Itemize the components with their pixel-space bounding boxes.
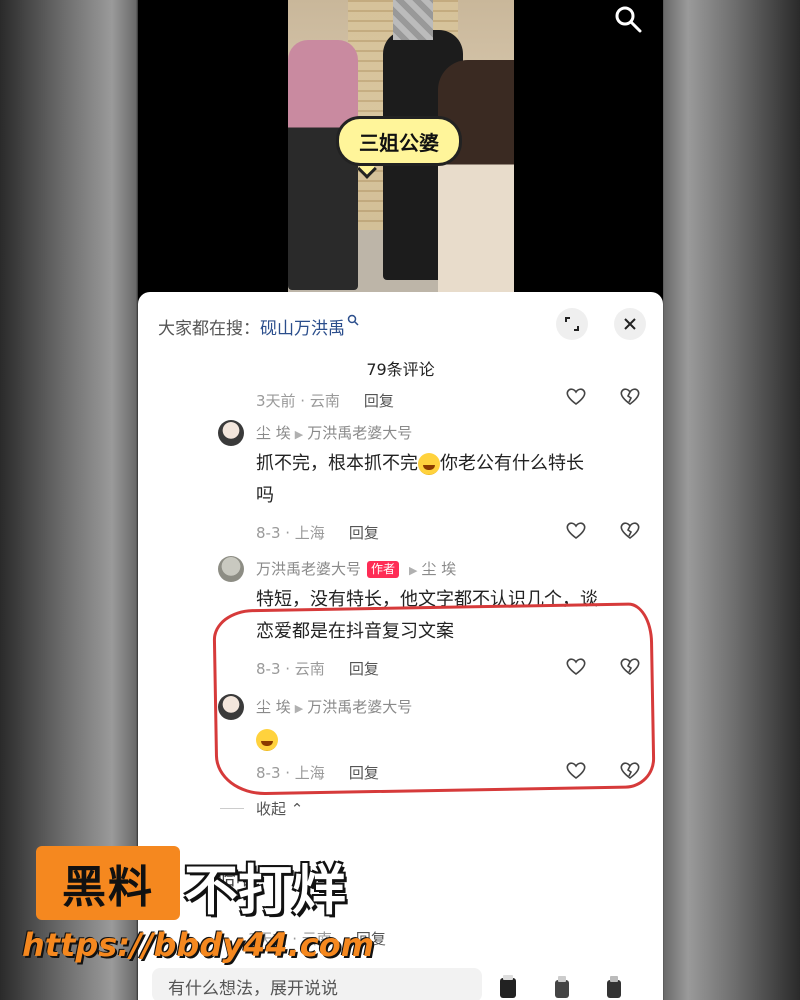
collapse-divider xyxy=(220,808,244,809)
comment-list[interactable]: 3天前 · 云南 回复 尘 埃 ▶ 万洪禹老婆大号 抓不完，根本抓不完 你老公有什么特长… xyxy=(138,384,663,904)
reply-to-username[interactable]: 尘 埃 xyxy=(422,560,457,578)
expand-icon xyxy=(565,317,579,331)
emoji-picker-icon[interactable] xyxy=(550,974,574,1000)
comment-input[interactable]: 有什么想法，展开说说 xyxy=(152,968,482,1000)
reply-link[interactable]: 回复 xyxy=(349,524,379,542)
watermark-url: https://bbdy44.com xyxy=(22,926,375,964)
comment-text-part: 恋爱都是在抖音复习文案 xyxy=(256,621,454,642)
comment-text: 抓不完，根本抓不完 你老公有什么特长吗 xyxy=(256,448,636,512)
comment-text: 特短，没有特长，他文字都不认识几个，谈 恋爱都是在抖音复习文案 xyxy=(256,584,646,648)
comment-count: 79条评论 xyxy=(366,360,435,379)
reply-arrow-icon: ▶ xyxy=(294,428,304,441)
speech-bubble: 三姐公婆 xyxy=(336,116,462,166)
reply-arrow-icon: ▶ xyxy=(409,564,418,577)
video-person-left xyxy=(288,40,358,290)
collapse-button[interactable]: 收起 ⌃ xyxy=(256,798,303,819)
video-player[interactable]: 三姐公婆 xyxy=(138,0,663,292)
comment-text xyxy=(256,724,278,756)
hot-search-keyword[interactable]: 砚山万洪禹 xyxy=(260,319,345,339)
watermark-logo: 黑料 xyxy=(36,846,180,920)
reply-to-username[interactable]: 万洪禹老婆大号 xyxy=(307,698,412,716)
avatar[interactable] xyxy=(218,694,244,720)
expand-button[interactable] xyxy=(556,308,588,340)
video-person-right xyxy=(438,60,514,292)
comment-username[interactable]: 尘 埃 xyxy=(256,698,291,716)
dislike-icon[interactable] xyxy=(618,384,642,408)
comment-time-location: 8-3 · 上海 xyxy=(256,524,325,542)
reply-link[interactable]: 回复 xyxy=(364,392,394,410)
comment-text-part: 抓不完，根本抓不完 xyxy=(256,453,418,474)
comment-meta: 8-3 · 云南 回复 xyxy=(256,658,379,679)
comment-username[interactable]: 万洪禹老婆大号 xyxy=(256,560,361,578)
comment-time-location: 3天前 · 云南 xyxy=(256,392,340,410)
comment-user-line: 尘 埃 ▶ 万洪禹老婆大号 xyxy=(256,422,412,443)
author-badge: 作者 xyxy=(367,561,400,578)
comment-time-location: 8-3 · 云南 xyxy=(256,660,325,678)
comment-meta: 8-3 · 上海 回复 xyxy=(256,522,379,543)
dislike-icon[interactable] xyxy=(618,758,642,782)
laugh-cry-emoji-icon xyxy=(256,729,278,751)
comment-time-location: 8-3 · 上海 xyxy=(256,764,325,782)
reply-to-username[interactable]: 万洪禹老婆大号 xyxy=(307,424,412,442)
reply-arrow-icon: ▶ xyxy=(294,702,304,715)
watermark-box-text: 黑料 xyxy=(62,862,154,913)
dislike-icon[interactable] xyxy=(618,654,642,678)
comment-meta: 8-3 · 上海 回复 xyxy=(256,762,379,783)
image-icon[interactable] xyxy=(602,974,626,1000)
watermark-slogan: 不打烊 xyxy=(184,859,346,922)
reply-link[interactable]: 回复 xyxy=(349,764,379,782)
comment-text-part: 特短，没有特长，他文字都不认识几个，谈 xyxy=(256,589,598,610)
like-icon[interactable] xyxy=(564,518,588,542)
dislike-icon[interactable] xyxy=(618,518,642,542)
laugh-cry-emoji-icon xyxy=(418,453,440,475)
collapse-label: 收起 xyxy=(256,800,287,818)
comment-username[interactable]: 尘 埃 xyxy=(256,424,291,442)
close-icon xyxy=(624,318,636,330)
like-icon[interactable] xyxy=(564,758,588,782)
mention-icon[interactable] xyxy=(496,974,520,1000)
search-icon[interactable] xyxy=(613,4,643,34)
mosaic-blur xyxy=(393,0,433,40)
hot-search-prefix: 大家都在搜： xyxy=(158,319,260,339)
avatar[interactable] xyxy=(218,556,244,582)
chevron-up-icon: ⌃ xyxy=(290,800,304,818)
comment-text-part: 吗 xyxy=(256,485,274,506)
like-icon[interactable] xyxy=(564,384,588,408)
comment-user-line: 万洪禹老婆大号 作者 ▶ 尘 埃 xyxy=(256,558,456,579)
comment-meta: 3天前 · 云南 回复 xyxy=(256,390,394,411)
comment-user-line: 尘 埃 ▶ 万洪禹老婆大号 xyxy=(256,696,412,717)
hot-search[interactable]: 大家都在搜：砚山万洪禹 xyxy=(158,314,359,339)
avatar[interactable] xyxy=(218,420,244,446)
video-frame: 三姐公婆 xyxy=(288,0,514,292)
like-icon[interactable] xyxy=(564,654,588,678)
close-button[interactable] xyxy=(614,308,646,340)
reply-link[interactable]: 回复 xyxy=(349,660,379,678)
small-search-icon xyxy=(347,314,359,326)
comment-text-part: 你老公有什么特长 xyxy=(440,453,584,474)
